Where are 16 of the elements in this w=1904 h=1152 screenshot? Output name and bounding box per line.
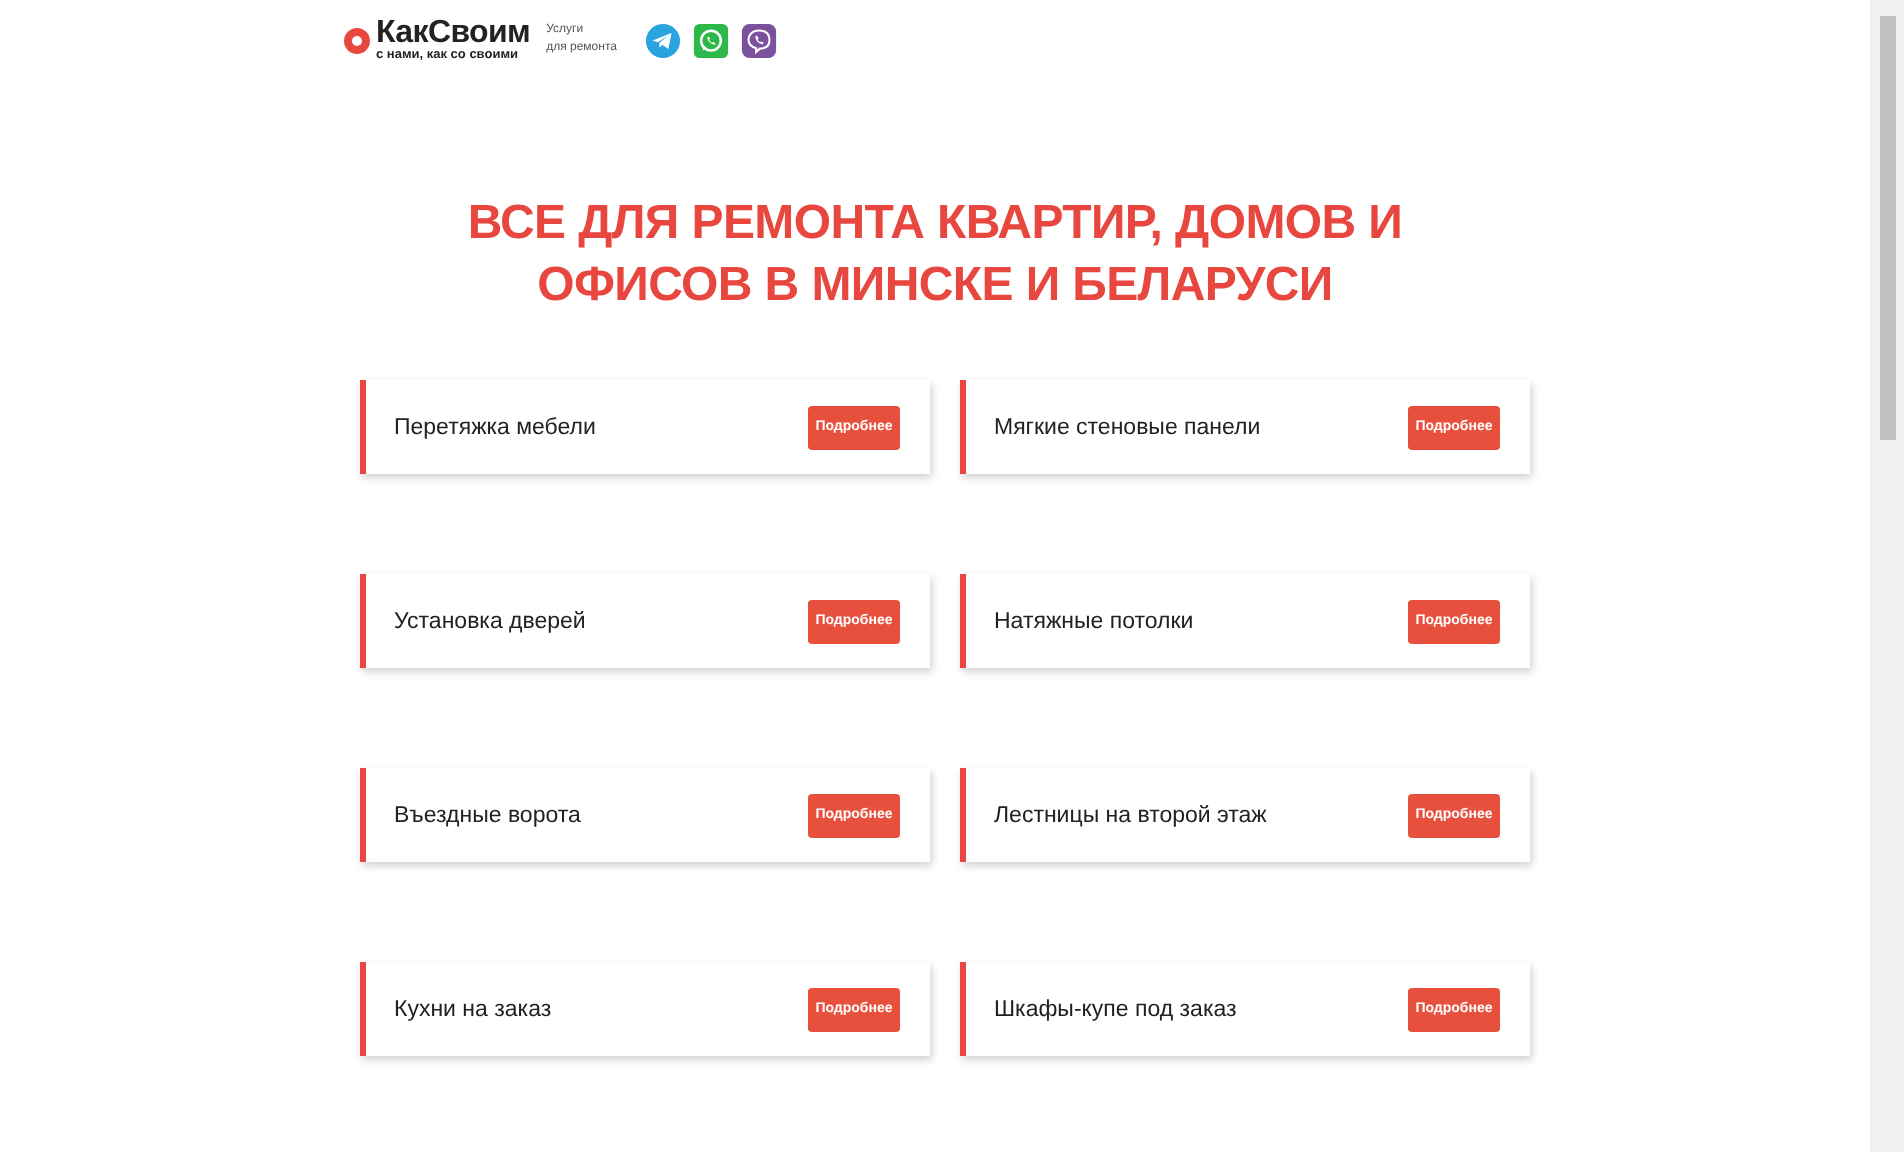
service-title: Кухни на заказ xyxy=(394,997,552,1021)
service-title: Въездные ворота xyxy=(394,803,581,827)
phone-icon[interactable] xyxy=(740,21,779,59)
scrollbar-thumb[interactable] xyxy=(1879,16,1895,440)
service-title: Шкафы-купе под заказ xyxy=(994,997,1237,1021)
logo-name[interactable]: КакСвоим xyxy=(376,18,531,48)
service-title: Установка дверей xyxy=(394,609,586,633)
service-title: Перетяжка мебели xyxy=(394,415,596,439)
service-title: Мягкие стеновые панели xyxy=(994,415,1261,439)
service-title: Натяжные потолки xyxy=(994,609,1194,633)
service-title: Лестницы на второй этаж xyxy=(994,803,1267,827)
logo-ring-icon xyxy=(344,27,370,53)
scrollbar[interactable] xyxy=(1870,0,1904,1152)
paper-plane-icon[interactable] xyxy=(644,21,683,59)
chat-phone-icon[interactable] xyxy=(692,21,731,59)
page-heading: ВСЕ ДЛЯ РЕМОНТА КВАРТИР, ДОМОВ И ОФИСОВ В МИНСКЕ И БЕЛАРУСИ xyxy=(465,194,1405,316)
